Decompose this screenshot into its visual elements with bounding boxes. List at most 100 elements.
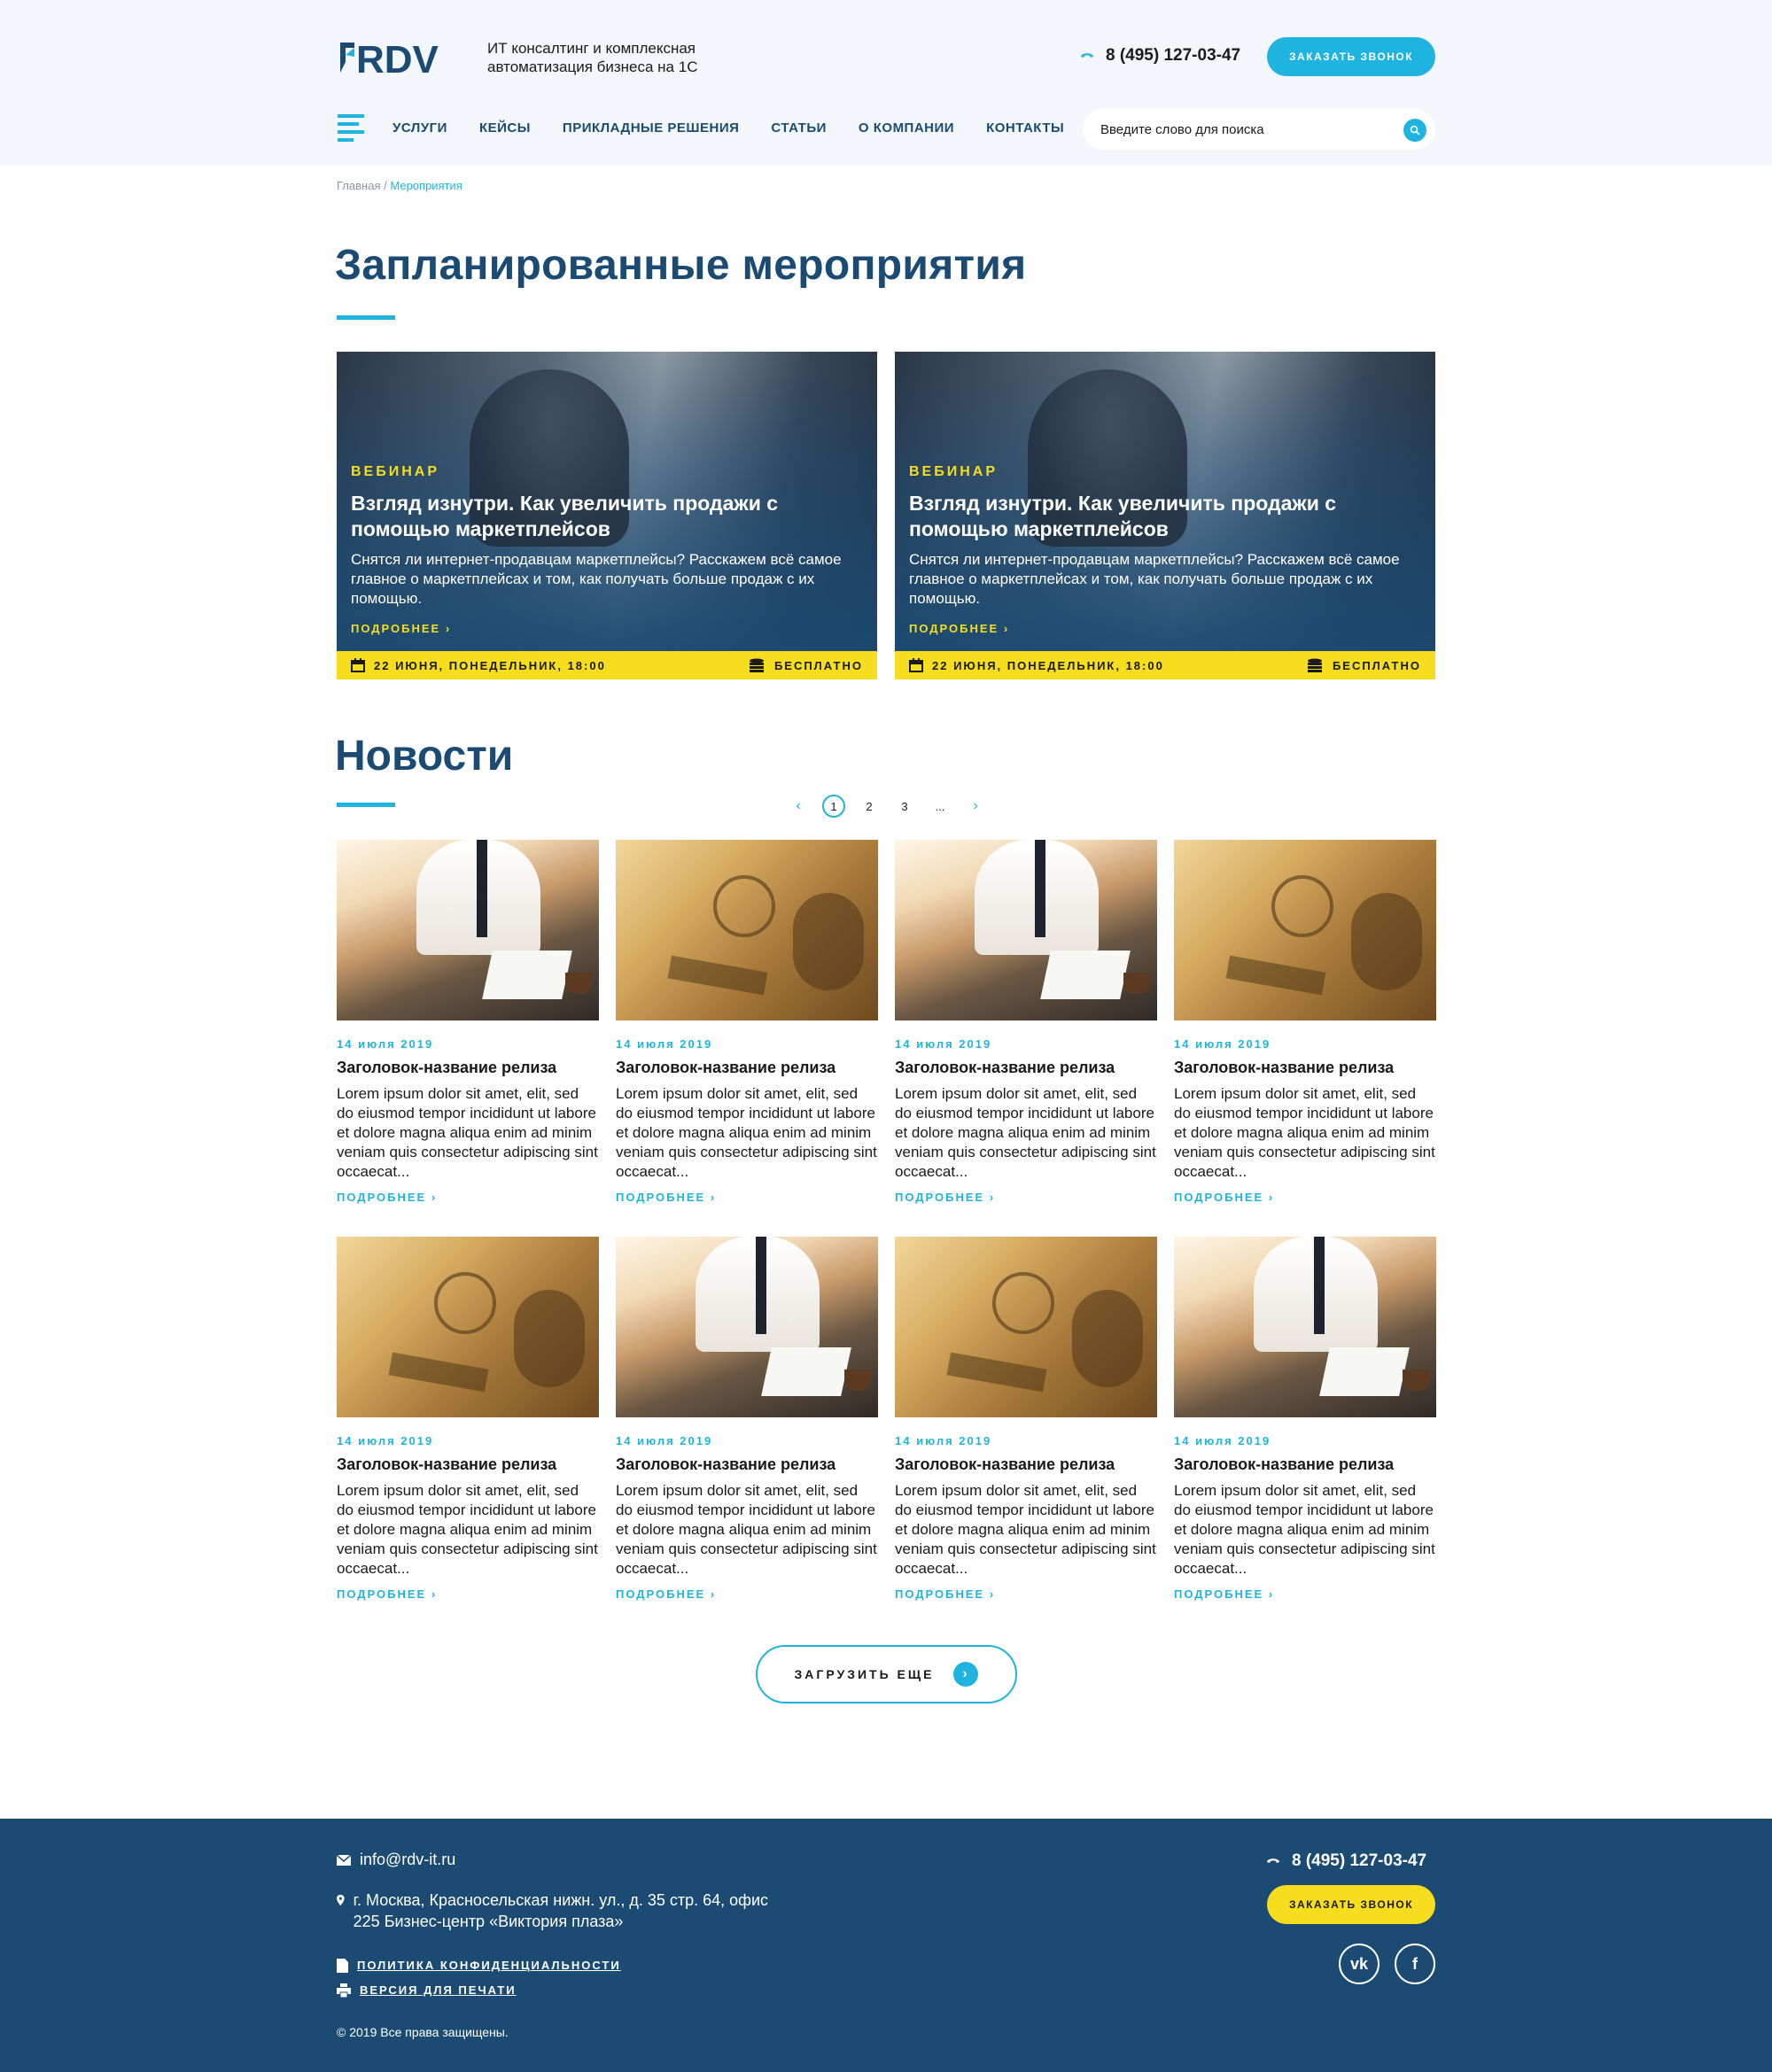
vk-icon[interactable]: vk	[1339, 1944, 1380, 1984]
news-more-link[interactable]: ПОДРОБНЕЕ ›	[895, 1191, 1157, 1204]
footer-address: г. Москва, Красносельская нижн. ул., д. …	[337, 1890, 780, 1932]
location-pin-icon	[337, 1894, 345, 1906]
news-image[interactable]	[337, 1237, 599, 1417]
load-more-label: ЗАГРУЗИТЬ ЕЩЕ	[794, 1667, 935, 1681]
pagination-ellipsis[interactable]: ...	[929, 795, 952, 818]
pagination-page[interactable]: 1	[822, 795, 845, 818]
site-header	[0, 0, 1772, 166]
pagination-page[interactable]: 3	[893, 795, 916, 818]
event-price-text: БЕСПЛАТНО	[1332, 658, 1421, 672]
news-card[interactable]: 14 июля 2019 Заголовок-название релиза Lor…	[616, 840, 878, 1230]
news-title[interactable]: Заголовок-название релиза	[895, 1455, 1157, 1474]
news-date: 14 июля 2019	[895, 1434, 992, 1447]
footer-callback-button[interactable]: ЗАКАЗАТЬ ЗВОНОК	[1267, 1885, 1435, 1924]
news-card[interactable]: 14 июля 2019 Заголовок-название релиза Lor…	[1174, 840, 1436, 1230]
news-image[interactable]	[337, 840, 599, 1020]
event-title[interactable]: Взгляд изнутри. Как увеличить продажи с …	[351, 491, 847, 542]
news-excerpt: Lorem ipsum dolor sit amet, elit, sed do…	[895, 1085, 1156, 1180]
news-title[interactable]: Заголовок-название релиза	[616, 1455, 878, 1474]
news-excerpt: Lorem ipsum dolor sit amet, elit, sed do…	[337, 1085, 598, 1180]
news-card[interactable]: 14 июля 2019 Заголовок-название релиза Lor…	[1174, 1237, 1436, 1626]
news-card[interactable]: 14 июля 2019 Заголовок-название релиза Lor…	[616, 1237, 878, 1626]
facebook-icon[interactable]: f	[1395, 1944, 1435, 1984]
chevron-right-icon: ›	[953, 1662, 979, 1687]
nav-item-about[interactable]: О КОМПАНИИ	[859, 120, 954, 136]
event-date-text: 22 ИЮНЯ, ПОНЕДЕЛЬНИК, 18:00	[932, 658, 1164, 672]
rdv-logo-mark: RDV	[340, 38, 439, 78]
news-heading-underline	[337, 803, 395, 807]
search-button[interactable]	[1403, 119, 1426, 142]
news-excerpt: Lorem ipsum dolor sit amet, elit, sed do…	[616, 1085, 877, 1180]
main-nav: УСЛУГИ КЕЙСЫ ПРИКЛАДНЫЕ РЕШЕНИЯ СТАТЬИ О…	[392, 120, 1064, 136]
news-more-link[interactable]: ПОДРОБНЕЕ ›	[1174, 1191, 1436, 1204]
news-more-link[interactable]: ПОДРОБНЕЕ ›	[895, 1587, 1157, 1601]
footer-email-text: info@rdv-it.ru	[360, 1851, 456, 1868]
nav-item-solutions[interactable]: ПРИКЛАДНЫЕ РЕШЕНИЯ	[563, 120, 740, 136]
news-more-link[interactable]: ПОДРОБНЕЕ ›	[337, 1191, 599, 1204]
news-date: 14 июля 2019	[1174, 1037, 1271, 1051]
menu-burger-icon[interactable]	[338, 114, 364, 143]
breadcrumb: Главная / Мероприятия	[337, 179, 462, 192]
news-title[interactable]: Заголовок-название релиза	[1174, 1059, 1436, 1077]
nav-item-cases[interactable]: КЕЙСЫ	[479, 120, 531, 136]
news-title[interactable]: Заголовок-название релиза	[895, 1059, 1157, 1077]
news-heading: Новости	[335, 733, 514, 780]
news-date: 14 июля 2019	[616, 1037, 713, 1051]
news-more-link[interactable]: ПОДРОБНЕЕ ›	[616, 1587, 878, 1601]
callback-button[interactable]: ЗАКАЗАТЬ ЗВОНОК	[1267, 37, 1435, 76]
phone-icon	[1081, 53, 1093, 58]
news-image[interactable]	[895, 840, 1157, 1020]
news-date: 14 июля 2019	[337, 1434, 434, 1447]
rdv-logo[interactable]: RDV	[337, 37, 466, 78]
news-image[interactable]	[616, 1237, 878, 1417]
phone-icon	[1267, 1859, 1279, 1863]
mail-icon	[337, 1854, 351, 1866]
news-image[interactable]	[895, 1237, 1157, 1417]
news-image[interactable]	[1174, 1237, 1436, 1417]
event-more-link[interactable]: ПОДРОБНЕЕ ›	[351, 622, 451, 635]
news-more-link[interactable]: ПОДРОБНЕЕ ›	[1174, 1587, 1436, 1601]
footer-print-link[interactable]: ВЕРСИЯ ДЛЯ ПЕЧАТИ	[337, 1983, 517, 1998]
news-card[interactable]: 14 июля 2019 Заголовок-название релиза Lor…	[337, 840, 599, 1230]
news-excerpt: Lorem ipsum dolor sit amet, elit, sed do…	[895, 1482, 1156, 1577]
printer-icon	[337, 1983, 351, 1998]
search-icon	[1410, 125, 1420, 136]
news-more-link[interactable]: ПОДРОБНЕЕ ›	[337, 1587, 599, 1601]
search-input[interactable]	[1100, 121, 1384, 137]
svg-text:RDV: RDV	[356, 38, 439, 78]
event-card[interactable]: ВЕБИНАР Взгляд изнутри. Как увеличить пр…	[895, 352, 1435, 679]
nav-item-services[interactable]: УСЛУГИ	[392, 120, 447, 136]
footer-policy-link[interactable]: ПОЛИТИКА КОНФИДЕНЦИАЛЬНОСТИ	[337, 1959, 621, 1973]
footer-email[interactable]: info@rdv-it.ru	[337, 1851, 455, 1869]
news-image[interactable]	[1174, 840, 1436, 1020]
news-image[interactable]	[616, 840, 878, 1020]
news-title[interactable]: Заголовок-название релиза	[337, 1455, 599, 1474]
event-card[interactable]: ВЕБИНАР Взгляд изнутри. Как увеличить пр…	[337, 352, 877, 679]
event-more-link[interactable]: ПОДРОБНЕЕ ›	[909, 622, 1009, 635]
pagination-next-icon[interactable]: ›	[964, 795, 987, 818]
event-info-bar: 22 ИЮНЯ, ПОНЕДЕЛЬНИК, 18:00 БЕСПЛАТНО	[337, 651, 877, 679]
pagination-prev-icon[interactable]: ‹	[787, 795, 810, 818]
news-card[interactable]: 14 июля 2019 Заголовок-название релиза Lor…	[337, 1237, 599, 1626]
news-title[interactable]: Заголовок-название релиза	[616, 1059, 878, 1077]
news-excerpt: Lorem ipsum dolor sit amet, elit, sed do…	[1174, 1482, 1435, 1577]
news-card[interactable]: 14 июля 2019 Заголовок-название релиза Lor…	[895, 1237, 1157, 1626]
breadcrumb-home[interactable]: Главная	[337, 179, 380, 192]
calendar-icon	[909, 658, 923, 672]
news-title[interactable]: Заголовок-название релиза	[337, 1059, 599, 1077]
load-more-button[interactable]: ЗАГРУЗИТЬ ЕЩЕ ›	[756, 1645, 1017, 1703]
footer-phone[interactable]: 8 (495) 127-03-47	[1265, 1851, 1426, 1871]
news-title[interactable]: Заголовок-название релиза	[1174, 1455, 1436, 1474]
header-phone[interactable]: 8 (495) 127-03-47	[1079, 46, 1240, 66]
event-title[interactable]: Взгляд изнутри. Как увеличить продажи с …	[909, 491, 1405, 542]
breadcrumb-current: Мероприятия	[390, 179, 462, 192]
news-more-link[interactable]: ПОДРОБНЕЕ ›	[616, 1191, 878, 1204]
breadcrumb-separator: /	[384, 179, 387, 192]
event-description: Снятся ли интернет-продавцам маркетплейс…	[351, 551, 842, 607]
nav-item-articles[interactable]: СТАТЬИ	[771, 120, 827, 136]
pagination-page[interactable]: 2	[858, 795, 881, 818]
events-heading-underline	[337, 315, 395, 320]
event-tag: ВЕБИНАР	[351, 464, 440, 479]
news-card[interactable]: 14 июля 2019 Заголовок-название релиза Lor…	[895, 840, 1157, 1230]
nav-item-contacts[interactable]: КОНТАКТЫ	[986, 120, 1064, 136]
